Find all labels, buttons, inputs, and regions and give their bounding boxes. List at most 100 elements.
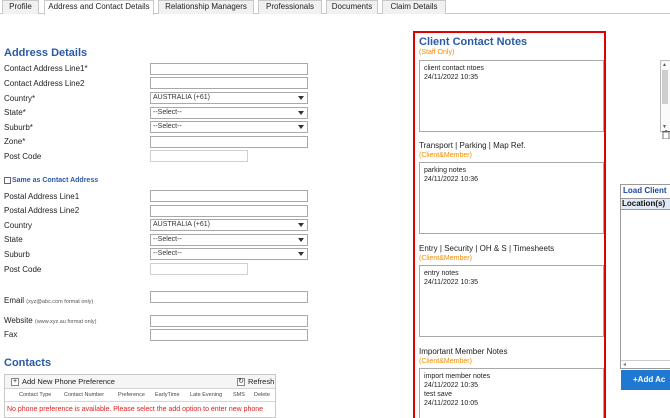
column-header[interactable]: Contact Type [19, 392, 51, 398]
website-field[interactable] [150, 315, 308, 327]
staff-notes-textarea[interactable]: client contact ntoes 24/11/2022 10:35 [419, 60, 604, 132]
postal-suburb-select[interactable]: --Select-- [150, 248, 308, 260]
zone-label: Zone* [4, 137, 26, 146]
client-contact-notes-title: Client Contact Notes [419, 36, 528, 48]
tab-relationship-managers[interactable]: Relationship Managers [158, 0, 254, 14]
chevron-down-icon [298, 111, 304, 115]
postal-postcode-input[interactable] [150, 263, 248, 275]
email-label: Email [4, 296, 25, 305]
postcode-input[interactable] [150, 150, 248, 162]
add-button[interactable]: +Add Ac [621, 370, 670, 390]
scroll-up-icon[interactable]: ▲ [662, 62, 667, 68]
fax-label: Fax [4, 330, 18, 339]
chevron-down-icon [298, 125, 304, 129]
contact-address-line2-input[interactable] [150, 77, 308, 89]
important-member-notes-textarea[interactable]: import member notes 24/11/2022 10:35 tes… [419, 368, 604, 418]
country-select[interactable]: AUSTRALIA (+61) [150, 92, 308, 104]
chevron-down-icon [298, 223, 304, 227]
trash-icon[interactable] [662, 130, 670, 139]
chevron-down-icon [298, 252, 304, 256]
state-label: State* [4, 108, 26, 117]
entry-notes-label: Entry | Security | OH & S | Timesheets [419, 244, 555, 253]
add-new-phone-preference-button[interactable]: + Add New Phone Preference [11, 377, 115, 386]
contact-address-line1-input[interactable] [150, 63, 308, 75]
note-line: 24/11/2022 10:35 [424, 382, 478, 389]
important-member-notes-audience: (Client&Member) [419, 358, 472, 365]
email-label-row: Email (xyz@abc.com format only) [4, 296, 93, 305]
chevron-down-icon [298, 96, 304, 100]
horizontal-scrollbar[interactable]: ◂ [621, 360, 670, 369]
column-header[interactable]: Contact Number [64, 392, 104, 398]
suburb-select-value: --Select-- [153, 123, 182, 130]
same-as-contact-address-checkbox[interactable] [4, 177, 11, 184]
contacts-heading: Contacts [4, 357, 52, 369]
country-label: Country* [4, 94, 36, 103]
column-header[interactable]: Preference [118, 392, 145, 398]
postal-state-label: State [4, 235, 23, 244]
contact-address-line1-label: Contact Address Line1* [4, 64, 88, 73]
postal-state-select[interactable]: --Select-- [150, 234, 308, 246]
postal-country-select[interactable]: AUSTRALIA (+61) [150, 219, 308, 231]
column-header[interactable]: SMS [233, 392, 245, 398]
postal-address-line2-label: Postal Address Line2 [4, 206, 80, 215]
plus-icon: + [11, 377, 19, 386]
suburb-select[interactable]: --Select-- [150, 121, 308, 133]
column-header[interactable]: Late Evening [190, 392, 222, 398]
tab-profile[interactable]: Profile [2, 0, 39, 14]
staff-only-subtitle: (Staff Only) [419, 49, 455, 56]
tab-professionals[interactable]: Professionals [258, 0, 322, 14]
refresh-label: Refresh [248, 377, 275, 386]
postal-address-line1-input[interactable] [150, 190, 308, 202]
add-new-phone-preference-label: Add New Phone Preference [22, 377, 115, 386]
postcode-label: Post Code [4, 152, 42, 161]
postal-country-label: Country [4, 221, 33, 230]
refresh-button[interactable]: ↻ Refresh [237, 377, 274, 386]
column-header[interactable]: EarlyTime [155, 392, 180, 398]
tab-address-and-contact-details[interactable]: Address and Contact Details [44, 0, 154, 15]
note-line: client contact ntoes [424, 65, 484, 72]
scrollbar-thumb[interactable] [662, 70, 668, 104]
notes-scrollbar[interactable]: ▲ ▼ [660, 60, 670, 132]
note-line: 24/11/2022 10:05 [424, 400, 478, 407]
transport-notes-label: Transport | Parking | Map Ref. [419, 141, 526, 150]
tab-claim-details[interactable]: Claim Details [382, 0, 446, 14]
note-line: import member notes [424, 373, 491, 380]
locations-column-header[interactable]: Location(s) [621, 198, 670, 210]
postal-postcode-label: Post Code [4, 265, 42, 274]
state-select[interactable]: --Select-- [150, 107, 308, 119]
email-field[interactable] [150, 291, 308, 303]
state-select-value: --Select-- [153, 109, 182, 116]
important-member-notes-label: Important Member Notes [419, 347, 508, 356]
zone-input[interactable] [150, 136, 308, 148]
email-hint: (xyz@abc.com format only) [26, 299, 94, 305]
no-phone-preference-message: No phone preference is available. Please… [7, 406, 264, 413]
note-line: test save [424, 391, 453, 398]
contact-address-line2-label: Contact Address Line2 [4, 79, 85, 88]
refresh-icon: ↻ [237, 377, 245, 386]
postal-address-line1-label: Postal Address Line1 [4, 192, 80, 201]
note-line: 24/11/2022 10:36 [424, 176, 478, 183]
entry-notes-textarea[interactable]: entry notes 24/11/2022 10:35 [419, 265, 604, 337]
column-header[interactable]: Delete [254, 392, 270, 398]
postal-country-select-value: AUSTRALIA (+61) [153, 221, 210, 228]
note-line: parking notes [424, 167, 467, 174]
postal-suburb-select-value: --Select-- [153, 250, 182, 257]
contacts-grid: + Add New Phone Preference ↻ Refresh Con… [4, 374, 276, 418]
suburb-label: Suburb* [4, 123, 33, 132]
tab-documents[interactable]: Documents [326, 0, 378, 14]
note-line: entry notes [424, 270, 459, 277]
load-client-title: Load Client [623, 186, 667, 195]
postal-state-select-value: --Select-- [153, 236, 182, 243]
website-hint: (www.xyz.au format only) [35, 319, 97, 325]
fax-field[interactable] [150, 329, 308, 341]
postal-suburb-label: Suburb [4, 250, 30, 259]
note-line: 24/11/2022 10:35 [424, 74, 478, 81]
website-label: Website [4, 316, 33, 325]
website-label-row: Website (www.xyz.au format only) [4, 316, 96, 325]
transport-notes-textarea[interactable]: parking notes 24/11/2022 10:36 [419, 162, 604, 234]
postal-address-line2-input[interactable] [150, 205, 308, 217]
same-as-contact-address-row[interactable]: Same as Contact Address [4, 177, 98, 184]
contacts-toolbar: + Add New Phone Preference ↻ Refresh [5, 375, 275, 389]
same-as-contact-address-label: Same as Contact Address [12, 177, 99, 184]
address-details-heading: Address Details [4, 47, 88, 59]
